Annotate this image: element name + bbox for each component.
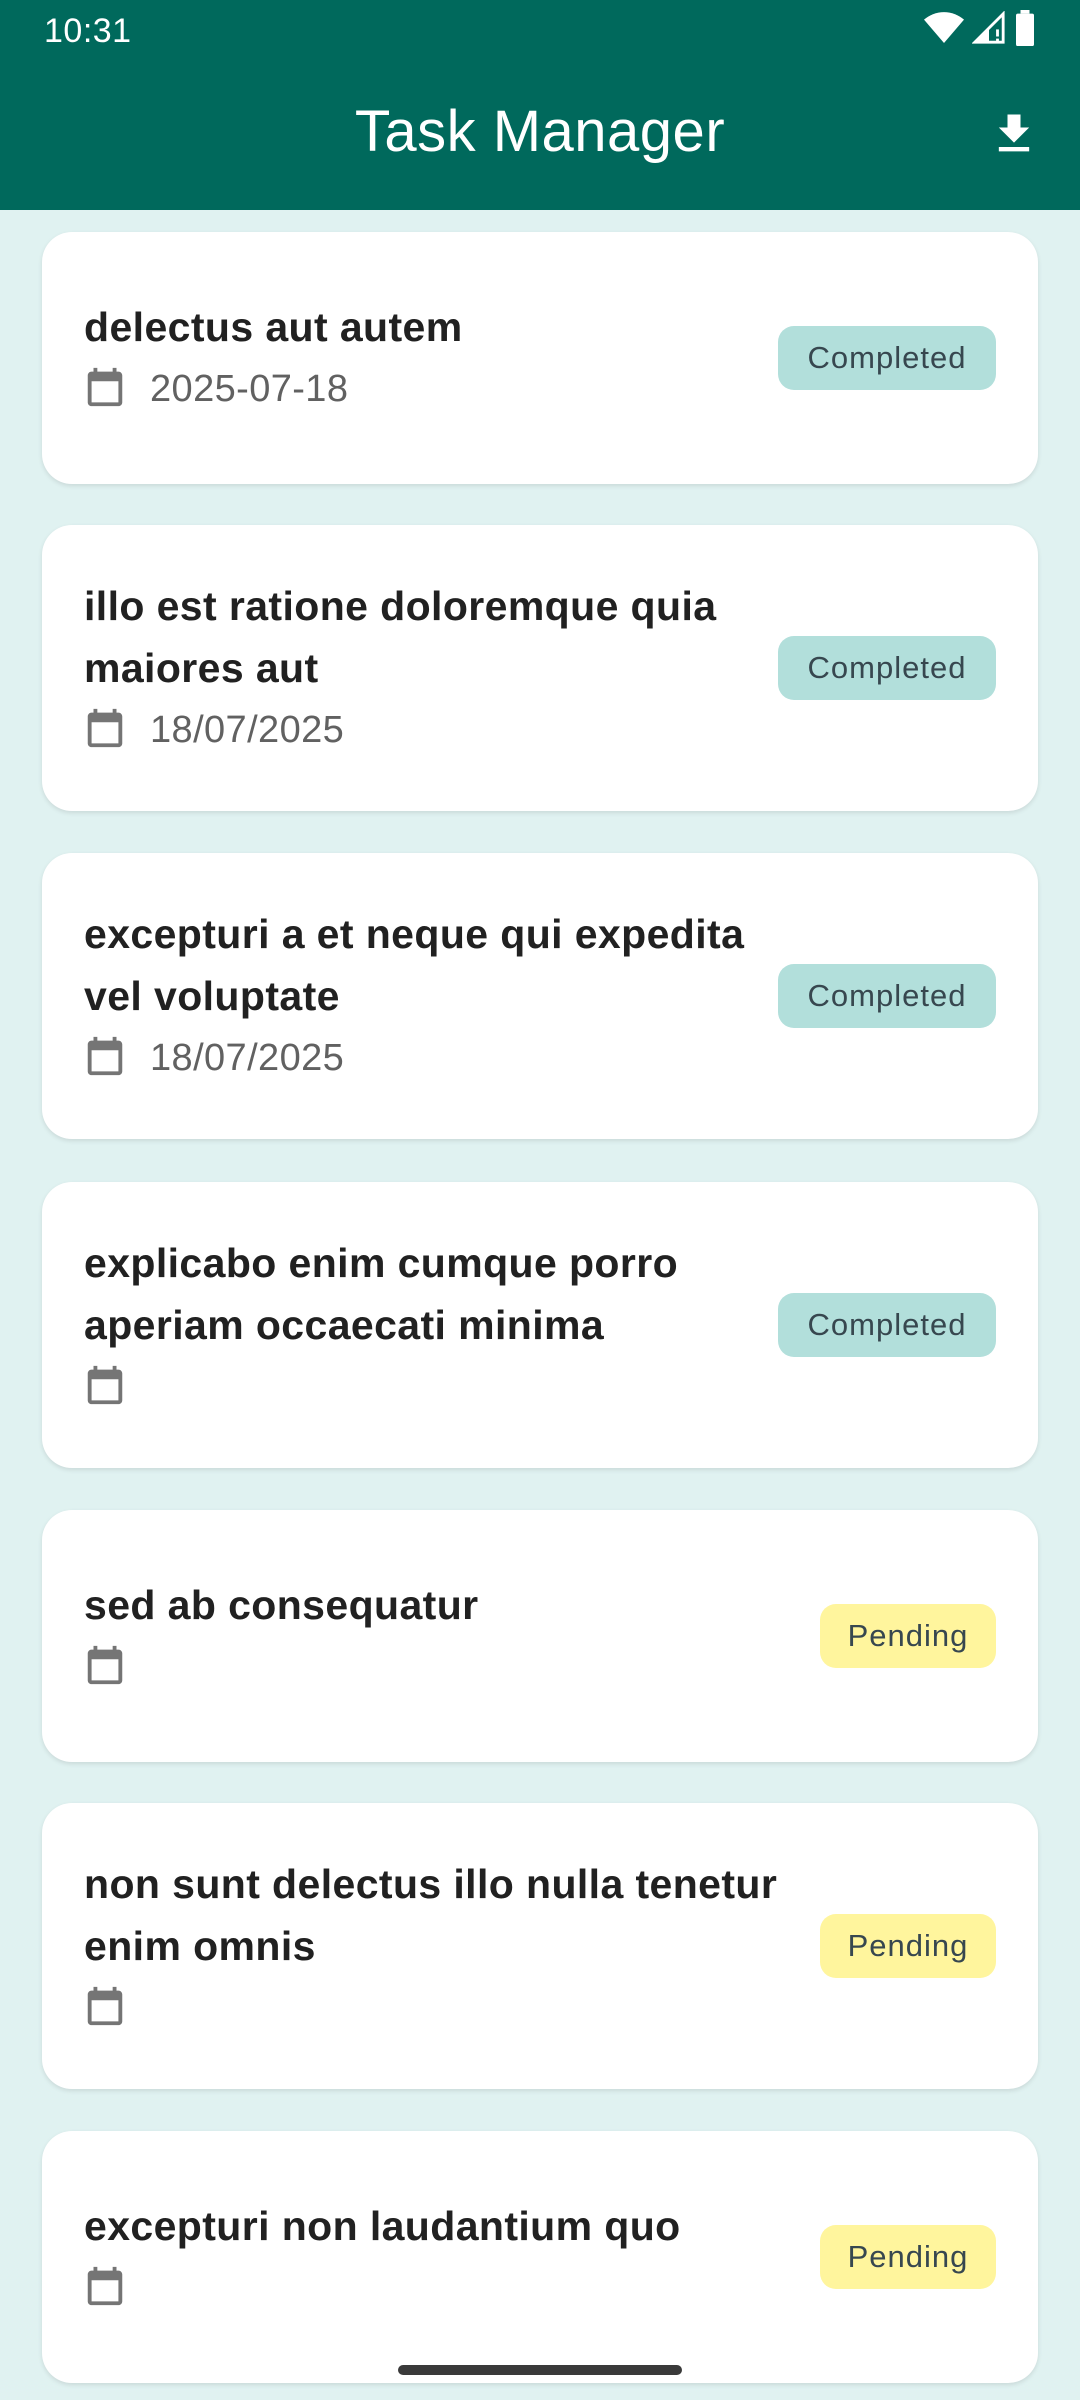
task-card[interactable]: excepturi a et neque qui expedita vel vo… bbox=[42, 853, 1038, 1139]
task-title: non sunt delectus illo nulla tenetur eni… bbox=[84, 1861, 778, 1969]
status-badge[interactable]: Pending bbox=[820, 2225, 996, 2289]
task-date: 18/07/2025 bbox=[150, 1036, 345, 1079]
page-title: Task Manager bbox=[354, 99, 726, 164]
status-time: 10:31 bbox=[44, 12, 132, 50]
task-content: excepturi a et neque qui expedita vel vo… bbox=[84, 853, 784, 1139]
task-card[interactable]: excepturi non laudantium quo Pending bbox=[42, 2131, 1038, 2383]
wifi-icon bbox=[924, 11, 964, 50]
task-date-row: 18/07/2025 bbox=[84, 699, 784, 761]
task-date-row bbox=[84, 2257, 784, 2319]
task-date-row: 18/07/2025 bbox=[84, 1027, 784, 1089]
app-bar: Task Manager bbox=[0, 62, 1080, 210]
task-title: sed ab consequatur bbox=[84, 1582, 479, 1628]
task-card[interactable]: explicabo enim cumque porro aperiam occa… bbox=[42, 1182, 1038, 1468]
task-date-row: 2025-07-18 bbox=[84, 358, 784, 420]
status-bar: 10:31 bbox=[0, 0, 1080, 62]
task-content: sed ab consequatur bbox=[84, 1510, 784, 1762]
task-date-row bbox=[84, 1636, 784, 1698]
task-date-row bbox=[84, 1977, 784, 2039]
task-title: illo est ratione doloremque quia maiores… bbox=[84, 583, 717, 691]
task-date: 18/07/2025 bbox=[150, 708, 345, 751]
download-icon bbox=[988, 108, 1040, 165]
task-content: explicabo enim cumque porro aperiam occa… bbox=[84, 1182, 784, 1468]
calendar-icon bbox=[84, 364, 128, 415]
status-badge[interactable]: Pending bbox=[820, 1914, 996, 1978]
task-card[interactable]: sed ab consequatur Pending bbox=[42, 1510, 1038, 1762]
calendar-icon bbox=[84, 705, 128, 756]
task-date: 2025-07-18 bbox=[150, 367, 349, 410]
status-badge[interactable]: Pending bbox=[820, 1604, 996, 1668]
gesture-navigation-bar[interactable] bbox=[398, 2365, 682, 2375]
download-button[interactable] bbox=[978, 100, 1050, 172]
status-icons bbox=[924, 9, 1036, 51]
task-title: explicabo enim cumque porro aperiam occa… bbox=[84, 1240, 679, 1348]
task-title: excepturi non laudantium quo bbox=[84, 2203, 681, 2249]
task-date-row bbox=[84, 1356, 784, 1418]
calendar-icon bbox=[84, 1983, 128, 2034]
task-content: excepturi non laudantium quo bbox=[84, 2131, 784, 2383]
task-content: illo est ratione doloremque quia maiores… bbox=[84, 525, 784, 811]
status-badge[interactable]: Completed bbox=[778, 1293, 996, 1357]
status-badge[interactable]: Completed bbox=[778, 326, 996, 390]
battery-icon bbox=[1014, 9, 1036, 51]
task-card[interactable]: illo est ratione doloremque quia maiores… bbox=[42, 525, 1038, 811]
status-badge[interactable]: Completed bbox=[778, 636, 996, 700]
calendar-icon bbox=[84, 2263, 128, 2314]
task-list[interactable]: delectus aut autem 2025-07-18 Completed … bbox=[0, 210, 1080, 2400]
calendar-icon bbox=[84, 1033, 128, 1084]
task-content: delectus aut autem 2025-07-18 bbox=[84, 232, 784, 484]
task-title: delectus aut autem bbox=[84, 304, 463, 350]
task-card[interactable]: delectus aut autem 2025-07-18 Completed bbox=[42, 232, 1038, 484]
calendar-icon bbox=[84, 1362, 128, 1413]
status-badge[interactable]: Completed bbox=[778, 964, 996, 1028]
signal-icon bbox=[971, 9, 1006, 50]
task-card[interactable]: non sunt delectus illo nulla tenetur eni… bbox=[42, 1803, 1038, 2089]
calendar-icon bbox=[84, 1642, 128, 1693]
task-title: excepturi a et neque qui expedita vel vo… bbox=[84, 911, 745, 1019]
task-content: non sunt delectus illo nulla tenetur eni… bbox=[84, 1803, 784, 2089]
